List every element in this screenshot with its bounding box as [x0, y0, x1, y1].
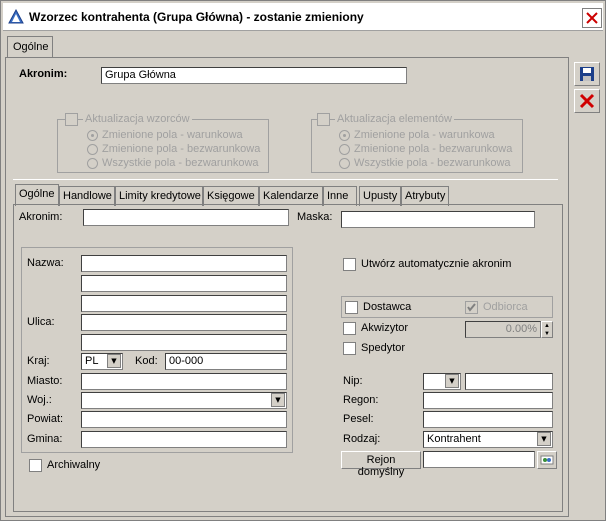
nip-label: Nip:	[343, 375, 363, 387]
nazwa-label: Nazwa:	[27, 257, 64, 269]
rejon-lookup-button[interactable]	[537, 451, 557, 469]
lookup-icon	[540, 455, 554, 465]
akronim-label: Akronim:	[19, 68, 68, 80]
radio-wzorcow-1[interactable]	[87, 130, 98, 141]
cancel-icon	[579, 93, 595, 109]
rejon-input[interactable]	[423, 451, 535, 468]
powiat-label: Powiat:	[27, 413, 64, 425]
form-akronim-label: Akronim:	[19, 211, 63, 223]
odbiorca-checkbox[interactable]	[465, 301, 478, 314]
form-akronim-input[interactable]	[83, 209, 289, 226]
chevron-down-icon: ▼	[111, 357, 117, 365]
miasto-label: Miasto:	[27, 375, 63, 387]
close-icon	[586, 12, 598, 24]
maska-label: Maska:	[297, 211, 333, 223]
radio-elementow-1-label: Zmienione pola - warunkowa	[354, 129, 495, 141]
tab-ksiegowe[interactable]: Księgowe	[203, 186, 259, 206]
tab-ogolne[interactable]: Ogólne	[15, 184, 59, 206]
tab-upusty[interactable]: Upusty	[359, 186, 401, 206]
tab-limity-kredytowe[interactable]: Limity kredytowe	[115, 186, 203, 206]
akwizytor-percent-input[interactable]: 0.00%	[465, 321, 541, 338]
aktualizacja-elementow-label: Aktualizacja elementów	[335, 113, 454, 125]
close-button[interactable]	[582, 8, 602, 28]
dostawca-label: Dostawca	[363, 301, 412, 313]
tab-ogolne-outer[interactable]: Ogólne	[7, 36, 53, 57]
regon-label: Regon:	[343, 394, 379, 406]
nazwa-input-3[interactable]	[81, 295, 287, 312]
woj-dropdown[interactable]: ▼	[271, 393, 285, 407]
akronim-input[interactable]: Grupa Główna	[101, 67, 407, 84]
odbiorca-label: Odbiorca	[483, 301, 528, 313]
chevron-down-icon: ▼	[541, 435, 547, 443]
nip-dropdown[interactable]: ▼	[445, 374, 459, 388]
akwizytor-label: Akwizytor	[361, 322, 409, 334]
utworz-akronim-checkbox[interactable]	[343, 258, 356, 271]
tab-handlowe[interactable]: Handlowe	[59, 186, 115, 206]
radio-elementow-2[interactable]	[339, 144, 350, 155]
pesel-input[interactable]	[423, 411, 553, 428]
radio-elementow-1[interactable]	[339, 130, 350, 141]
radio-elementow-2-label: Zmienione pola - bezwarunkowa	[354, 143, 513, 155]
archiwalny-checkbox[interactable]	[29, 459, 42, 472]
nip-input[interactable]	[465, 373, 553, 390]
utworz-akronim-label: Utwórz automatycznie akronim	[361, 258, 512, 270]
cancel-button[interactable]	[574, 89, 600, 113]
chevron-down-icon: ▼	[275, 396, 281, 404]
kraj-label: Kraj:	[27, 355, 50, 367]
window-title: Wzorzec kontrahenta (Grupa Główna) - zos…	[29, 10, 364, 24]
aktualizacja-elementow-checkbox[interactable]	[317, 113, 330, 126]
rejon-domyslny-button[interactable]: Rejon domyślny	[341, 451, 421, 478]
akwizytor-spinner[interactable]: ▲ ▼	[541, 321, 553, 338]
app-icon	[8, 9, 24, 24]
kraj-dropdown[interactable]: ▼	[107, 354, 121, 368]
miasto-input[interactable]	[81, 373, 287, 390]
kod-input[interactable]: 00-000	[165, 353, 287, 370]
ulica-label: Ulica:	[27, 316, 55, 328]
dostawca-checkbox[interactable]	[345, 301, 358, 314]
spinner-icon: ▲ ▼	[544, 323, 550, 337]
gmina-label: Gmina:	[27, 433, 63, 445]
rodzaj-label: Rodzaj:	[343, 433, 381, 445]
radio-elementow-3[interactable]	[339, 158, 350, 169]
woj-label: Woj.:	[27, 394, 52, 406]
regon-input[interactable]	[423, 392, 553, 409]
akwizytor-checkbox[interactable]	[343, 322, 356, 335]
gmina-input[interactable]	[81, 431, 287, 448]
archiwalny-label: Archiwalny	[47, 459, 101, 471]
divider	[13, 179, 558, 180]
aktualizacja-wzorcow-checkbox[interactable]	[65, 113, 78, 126]
spedytor-checkbox[interactable]	[343, 342, 356, 355]
spedytor-label: Spedytor	[361, 342, 406, 354]
aktualizacja-wzorcow-label: Aktualizacja wzorców	[83, 113, 192, 125]
radio-wzorcow-3[interactable]	[87, 158, 98, 169]
tab-kalendarze[interactable]: Kalendarze	[259, 186, 323, 206]
title-bar: Wzorzec kontrahenta (Grupa Główna) - zos…	[3, 3, 603, 31]
chevron-down-icon: ▼	[449, 377, 455, 385]
maska-input[interactable]	[341, 211, 535, 228]
save-button[interactable]	[574, 62, 600, 86]
pesel-label: Pesel:	[343, 413, 374, 425]
powiat-input[interactable]	[81, 411, 287, 428]
save-icon	[580, 67, 594, 81]
tab-atrybuty[interactable]: Atrybuty	[401, 186, 449, 206]
kod-label: Kod:	[135, 355, 158, 367]
tab-inne[interactable]: Inne	[323, 186, 357, 206]
woj-select[interactable]	[81, 392, 287, 409]
radio-wzorcow-2-label: Zmienione pola - bezwarunkowa	[102, 143, 261, 155]
check-icon	[467, 303, 476, 312]
rodzaj-select[interactable]: Kontrahent	[423, 431, 553, 448]
nazwa-input-1[interactable]	[81, 255, 287, 272]
ulica-input-2[interactable]	[81, 334, 287, 351]
radio-elementow-3-label: Wszystkie pola - bezwarunkowa	[354, 157, 511, 169]
rodzaj-dropdown[interactable]: ▼	[537, 432, 551, 446]
radio-wzorcow-2[interactable]	[87, 144, 98, 155]
ulica-input-1[interactable]	[81, 314, 287, 331]
radio-wzorcow-3-label: Wszystkie pola - bezwarunkowa	[102, 157, 259, 169]
radio-wzorcow-1-label: Zmienione pola - warunkowa	[102, 129, 243, 141]
nazwa-input-2[interactable]	[81, 275, 287, 292]
window: Wzorzec kontrahenta (Grupa Główna) - zos…	[0, 0, 606, 521]
